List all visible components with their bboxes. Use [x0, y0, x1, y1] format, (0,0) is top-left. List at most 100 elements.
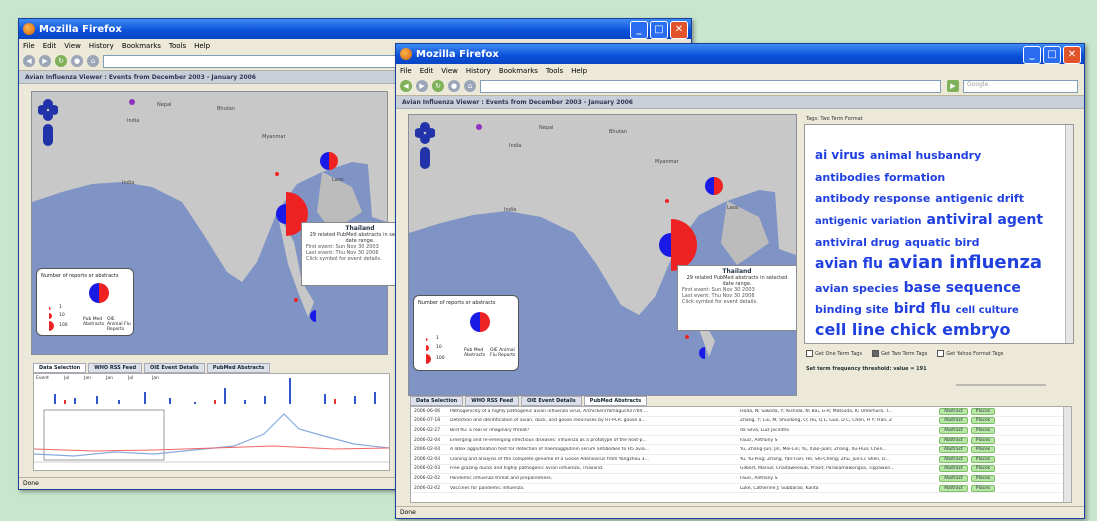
back-window-titlebar[interactable]: Mozilla Firefox _ □ ✕: [19, 19, 691, 39]
menu-tools[interactable]: Tools: [169, 42, 186, 50]
abstract-button[interactable]: Abstract: [939, 446, 968, 454]
tab-pubmed-abstracts[interactable]: PubMed Abstracts: [583, 396, 648, 406]
maximize-icon[interactable]: □: [650, 21, 668, 39]
threshold-slider[interactable]: [956, 382, 1046, 388]
abstracts-scrollbar[interactable]: [1063, 407, 1071, 502]
places-button[interactable]: Places: [970, 446, 996, 454]
places-button[interactable]: Places: [970, 407, 996, 415]
abstract-button[interactable]: Abstract: [939, 484, 968, 492]
menu-help[interactable]: Help: [194, 42, 210, 50]
minimize-icon[interactable]: _: [630, 21, 648, 39]
menu-bookmarks[interactable]: Bookmarks: [499, 67, 538, 75]
menu-help[interactable]: Help: [571, 67, 587, 75]
forward-arrow-icon[interactable]: ▶: [416, 80, 428, 92]
menu-edit[interactable]: Edit: [43, 42, 57, 50]
option-two-term[interactable]: Get Two Term Tags: [872, 350, 927, 357]
forward-arrow-icon[interactable]: ▶: [39, 55, 51, 67]
popup-count: 29 related PubMed abstracts in selected …: [686, 275, 788, 287]
back-arrow-icon[interactable]: ◀: [23, 55, 35, 67]
checkbox-icon[interactable]: [937, 350, 945, 357]
search-input[interactable]: Google: [963, 79, 1078, 93]
tag-cloud-scrollbar[interactable]: [1065, 125, 1073, 343]
tag-item[interactable]: antigenic drift: [935, 192, 1024, 205]
option-one-term[interactable]: Get One Term Tags: [806, 350, 862, 357]
places-button[interactable]: Places: [970, 465, 996, 473]
checkbox-icon[interactable]: [872, 350, 880, 357]
go-icon[interactable]: ▶: [947, 80, 959, 92]
tab-data-selection[interactable]: Data Selection: [410, 396, 464, 406]
abstract-button[interactable]: Abstract: [939, 417, 968, 425]
tag-item[interactable]: antigenic variation: [815, 216, 922, 227]
menu-file[interactable]: File: [400, 67, 412, 75]
tag-item[interactable]: binding site: [815, 303, 889, 316]
menu-tools[interactable]: Tools: [546, 67, 563, 75]
legend-count-100: 100: [436, 356, 445, 361]
back-arrow-icon[interactable]: ◀: [400, 80, 412, 92]
tag-item[interactable]: chick embryo: [890, 320, 1010, 339]
tag-item[interactable]: avian flu: [815, 256, 883, 272]
tag-item[interactable]: ai virus: [815, 148, 865, 162]
front-map[interactable]: Nepal Bhutan India Myanmar India Laos Nu…: [408, 114, 797, 396]
tag-item[interactable]: avian influenza: [888, 252, 1042, 273]
places-button[interactable]: Places: [970, 484, 996, 492]
popup-hint: Click symbol for event details.: [682, 299, 758, 305]
minimize-icon[interactable]: _: [1023, 46, 1041, 64]
tab-who-rss-feed[interactable]: WHO RSS Feed: [465, 396, 520, 406]
menu-view[interactable]: View: [441, 67, 458, 75]
tag-item[interactable]: antibodies formation: [815, 171, 945, 184]
row-authors: Yu, Yu-Ping; Zhang, Yan-Tian; He, Shi-Ch…: [740, 456, 890, 462]
menu-history[interactable]: History: [89, 42, 114, 50]
tab-who-rss-feed[interactable]: WHO RSS Feed: [88, 363, 143, 373]
tag-item[interactable]: cell line: [815, 320, 885, 339]
front-menubar: File Edit View History Bookmarks Tools H…: [396, 64, 1084, 77]
checkbox-icon[interactable]: [806, 350, 813, 357]
front-thailand-popup: Thailand 29 related PubMed abstracts in …: [677, 265, 796, 331]
tag-item[interactable]: cell culture: [956, 305, 1019, 316]
maximize-icon[interactable]: □: [1043, 46, 1061, 64]
abstract-button[interactable]: Abstract: [939, 474, 968, 482]
home-icon[interactable]: ⌂: [464, 80, 476, 92]
abstract-button[interactable]: Abstract: [939, 436, 968, 444]
tab-oie-event-details[interactable]: OIE Event Details: [521, 396, 582, 406]
places-button[interactable]: Places: [970, 436, 996, 444]
abstract-button[interactable]: Abstract: [939, 407, 968, 415]
front-url-input[interactable]: [480, 79, 941, 93]
places-button[interactable]: Places: [970, 426, 996, 434]
menu-edit[interactable]: Edit: [420, 67, 434, 75]
tag-item[interactable]: aquatic bird: [905, 236, 980, 249]
reload-icon[interactable]: ↻: [55, 55, 67, 67]
tag-item[interactable]: avian species: [815, 282, 899, 295]
places-button[interactable]: Places: [970, 417, 996, 425]
abstract-button[interactable]: Abstract: [939, 455, 968, 463]
home-icon[interactable]: ⌂: [87, 55, 99, 67]
menu-history[interactable]: History: [466, 67, 491, 75]
option-yahoo-format[interactable]: Get Yahoo Format Tags: [937, 350, 1003, 357]
abstract-button[interactable]: Abstract: [939, 426, 968, 434]
tag-item[interactable]: base sequence: [904, 280, 1021, 296]
back-timeline-chart[interactable]: Event Jul Jan Jan Jul Jan: [33, 373, 390, 471]
menu-file[interactable]: File: [23, 42, 35, 50]
stop-icon[interactable]: ●: [448, 80, 460, 92]
tag-item[interactable]: bird flu: [894, 301, 951, 317]
status-text: Done: [400, 509, 416, 516]
abstract-button[interactable]: Abstract: [939, 465, 968, 473]
tab-oie-event-details[interactable]: OIE Event Details: [144, 363, 205, 373]
tag-cloud-panel[interactable]: ai virus animal husbandry antibodies forma…: [804, 124, 1074, 344]
tag-item[interactable]: antibody response: [815, 192, 930, 205]
tab-pubmed-abstracts[interactable]: PubMed Abstracts: [206, 363, 271, 373]
menu-view[interactable]: View: [64, 42, 81, 50]
front-window-titlebar[interactable]: Mozilla Firefox _ □ ✕: [396, 44, 1084, 64]
reload-icon[interactable]: ↻: [432, 80, 444, 92]
close-icon[interactable]: ✕: [670, 21, 688, 39]
row-title: Pandemic influenza threat and preparedne…: [450, 475, 553, 481]
tag-item[interactable]: animal husbandry: [870, 149, 981, 162]
stop-icon[interactable]: ●: [71, 55, 83, 67]
tag-item[interactable]: antiviral drug: [815, 236, 900, 249]
tab-data-selection[interactable]: Data Selection: [33, 363, 87, 373]
tag-item[interactable]: antiviral agent: [927, 212, 1043, 228]
places-button[interactable]: Places: [970, 455, 996, 463]
close-icon[interactable]: ✕: [1063, 46, 1081, 64]
legend-right-label: OIE Animal Flu Reports: [490, 348, 516, 358]
places-button[interactable]: Places: [970, 474, 996, 482]
menu-bookmarks[interactable]: Bookmarks: [122, 42, 161, 50]
